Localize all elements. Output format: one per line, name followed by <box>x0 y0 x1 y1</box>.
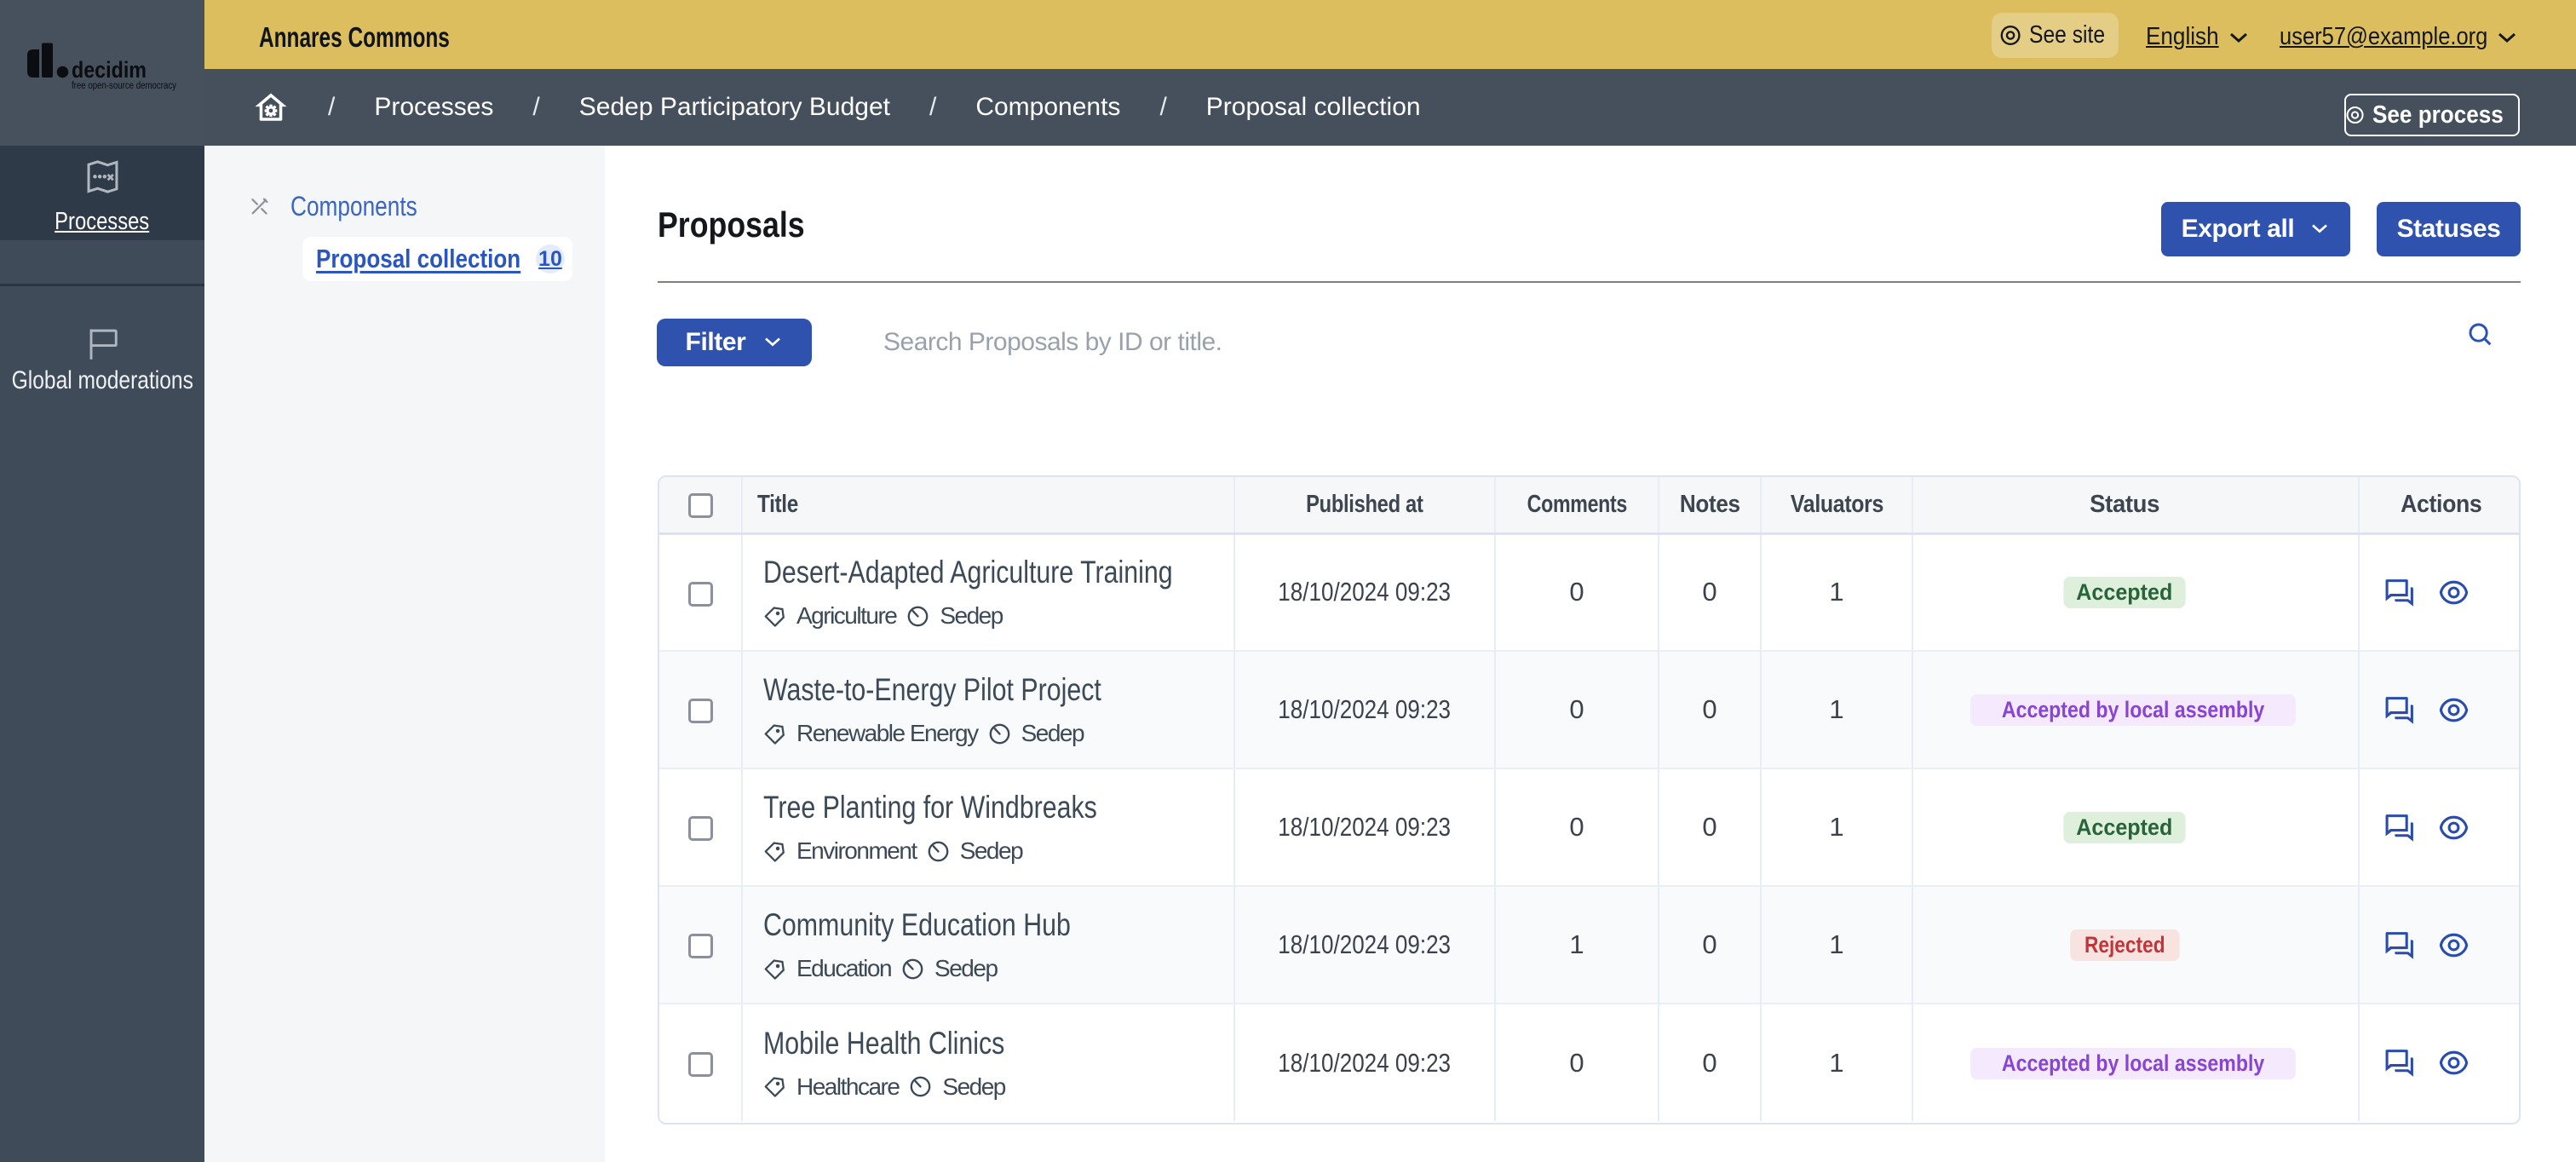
svg-text:decidim: decidim <box>72 57 147 83</box>
svg-text:free open-source democracy: free open-source democracy <box>72 81 176 91</box>
